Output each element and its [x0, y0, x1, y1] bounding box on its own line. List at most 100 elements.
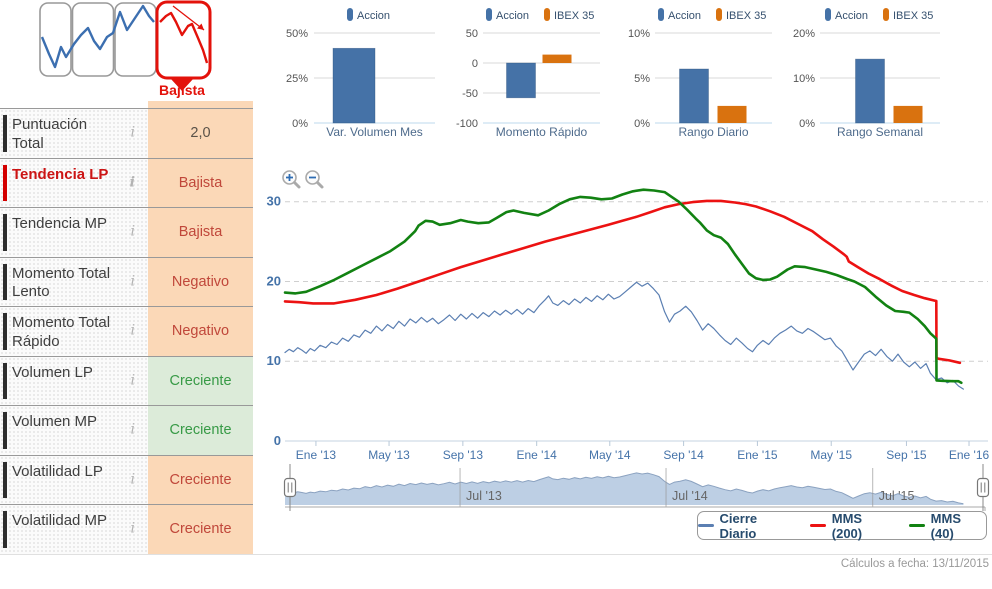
legend-swatch-icon — [909, 524, 925, 527]
navigator-label: Jul '15 — [879, 489, 915, 503]
mini-legend-item-ibex-35[interactable]: IBEX 35 — [544, 8, 594, 22]
row-label-text: Momento Total Lento — [12, 264, 111, 301]
table-row-momento-total-lento: Momento Total Lento i Negativo — [0, 257, 253, 307]
table-row-volumen-lp: Volumen LP i Creciente — [0, 356, 253, 406]
calculation-date-label: Cálculos a fecha: 13/11/2015 — [840, 558, 989, 570]
main-x-axis-label: May '13 — [368, 448, 410, 462]
info-icon[interactable]: i — [131, 521, 135, 539]
mini-y-axis-label: 0% — [799, 118, 815, 130]
main-x-axis-label: May '15 — [810, 448, 852, 462]
main-x-axis-label: Sep '15 — [886, 448, 927, 462]
mini-chart-var-volumen-mes: 0% 25% 50% Accion Var. Volumen Mes — [286, 8, 435, 139]
bar-accion — [855, 58, 885, 124]
legend-marker-icon — [716, 8, 722, 21]
legend-marker-icon — [658, 8, 664, 21]
mini-y-axis-label: -50 — [462, 88, 478, 100]
row-label: Volumen MP i — [0, 406, 148, 455]
info-icon[interactable]: i — [131, 273, 135, 291]
row-label-text: Puntuación Total — [12, 116, 88, 152]
info-icon[interactable]: i — [131, 471, 135, 489]
info-icon[interactable]: i — [131, 372, 135, 390]
main-x-axis-label: Ene '16 — [949, 448, 990, 462]
mini-legend-item-ibex-35[interactable]: IBEX 35 — [716, 8, 766, 22]
mini-y-axis-label: 0 — [472, 58, 478, 70]
legend-item-mms-40[interactable]: MMS (40) — [909, 511, 986, 541]
navigator-label: Jul '14 — [672, 489, 708, 503]
info-icon[interactable]: i — [131, 125, 135, 143]
info-icon[interactable]: i — [130, 174, 135, 192]
navigator-label: Jul '13 — [466, 489, 502, 503]
row-value: Bajista — [148, 208, 253, 257]
mini-legend-item-accion[interactable]: Accion — [658, 8, 701, 22]
legend-label: Cierre Diario — [719, 510, 758, 541]
mini-legend-label: IBEX 35 — [893, 10, 933, 22]
legend-marker-icon — [347, 8, 353, 21]
table-row-puntuacion-total: Puntuación Total i 2,0 — [0, 109, 253, 159]
main-price-chart: 0 10 20 30 Ene '13 May '13 Sep '13 Ene '14 May '… — [267, 168, 990, 511]
main-x-axis-label: Sep '13 — [443, 448, 484, 462]
mini-chart-rango-diario: 0% 5% 10% Accion IBEX 35 Rango Diario — [628, 8, 772, 139]
bar-ibex-35 — [542, 54, 572, 63]
mini-chart-title: Rango Diario — [678, 125, 748, 139]
main-chart-plot-area[interactable] — [285, 168, 988, 441]
main-y-axis-label: 20 — [267, 273, 281, 288]
mini-legend-item-accion[interactable]: Accion — [486, 8, 529, 22]
bar-accion — [332, 47, 376, 124]
mini-y-axis-label: -100 — [456, 118, 478, 130]
row-label: Volatilidad MP i — [0, 505, 148, 554]
legend-swatch-icon — [810, 524, 826, 527]
row-label-text: Volumen LP — [12, 363, 93, 381]
mini-chart-title: Var. Volumen Mes — [326, 125, 423, 139]
navigator-area[interactable] — [285, 472, 964, 505]
row-value: Creciente — [148, 356, 253, 405]
legend-item-mms-200[interactable]: MMS (200) — [810, 511, 894, 541]
mini-legend-label: Accion — [835, 10, 868, 22]
row-label-text: Tendencia LP — [12, 165, 109, 183]
legend-swatch-icon — [698, 524, 714, 527]
mini-chart-title: Rango Semanal — [837, 125, 923, 139]
mini-y-axis-label: 50 — [466, 28, 478, 40]
footer-divider — [0, 554, 992, 555]
mini-legend-item-accion[interactable]: Accion — [347, 8, 390, 22]
main-x-axis-label: Ene '15 — [737, 448, 778, 462]
main-x-axis-label: Ene '14 — [517, 448, 558, 462]
table-row-volatilidad-mp: Volatilidad MP i Creciente — [0, 505, 253, 555]
mini-legend-item-ibex-35[interactable]: IBEX 35 — [883, 8, 933, 22]
table-row-tendencia-mp: Tendencia MP i Bajista — [0, 208, 253, 258]
main-x-axis-label: Ene '13 — [296, 448, 337, 462]
mini-y-axis-label: 25% — [286, 73, 308, 85]
main-y-axis-label: 0 — [274, 433, 281, 448]
bar-accion — [506, 62, 536, 99]
mini-legend-item-accion[interactable]: Accion — [825, 8, 868, 22]
row-label-text: Volatilidad LP — [12, 462, 103, 480]
main-x-axis-label: May '14 — [589, 448, 631, 462]
info-icon[interactable]: i — [131, 422, 135, 440]
mini-legend-label: Accion — [357, 10, 390, 22]
row-value: Negativo — [148, 257, 253, 306]
main-y-axis-label: 30 — [267, 194, 281, 209]
navigator-right-handle[interactable] — [976, 464, 990, 511]
legend-label: MMS (200) — [831, 510, 863, 541]
row-value: Creciente — [148, 505, 253, 554]
table-row-tendencia-lp: Tendencia LP i Bajista — [0, 158, 253, 208]
legend-item-cierre-diario[interactable]: Cierre Diario — [698, 511, 795, 541]
market-analysis-dashboard: Bajista Puntuación Total i 2,0 Tendencia LP… — [0, 0, 992, 589]
mini-chart-momento-rapido: -100 -50 0 50 Accion IBEX 35 Momento Rápido — [456, 8, 600, 139]
mini-y-axis-label: 10% — [628, 28, 650, 40]
indicator-table: Puntuación Total i 2,0 Tendencia LP i Bajista… — [0, 108, 253, 555]
mini-chart-rango-semanal: 0% 10% 20% Accion IBEX 35 Rango Semanal — [793, 8, 940, 139]
row-label: Volatilidad LP i — [0, 455, 148, 504]
mini-legend-label: IBEX 35 — [726, 10, 766, 22]
mini-y-axis-label: 0% — [292, 118, 308, 130]
row-label-text: Tendencia MP — [12, 215, 108, 232]
bar-ibex-35 — [717, 105, 747, 123]
row-value: Creciente — [148, 406, 253, 455]
bar-ibex-35 — [893, 105, 923, 123]
row-label-text: Volumen MP — [12, 413, 98, 430]
main-chart-legend: Cierre Diario MMS (200) MMS (40) — [697, 511, 987, 541]
info-icon[interactable]: i — [131, 224, 135, 242]
legend-label: MMS (40) — [930, 510, 961, 541]
main-y-axis-label: 10 — [267, 353, 281, 368]
info-icon[interactable]: i — [131, 323, 135, 341]
row-label-text: Momento Total Rápido — [12, 314, 111, 350]
